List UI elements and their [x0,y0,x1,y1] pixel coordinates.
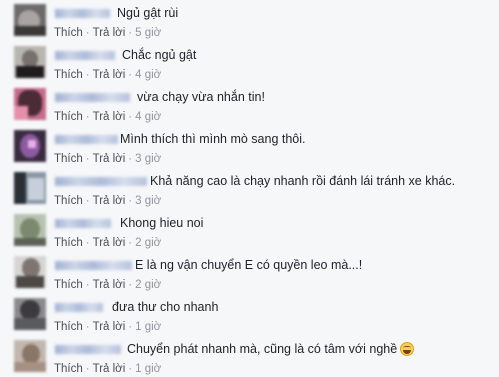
comment-actions: Thích · Trả lời · 4 giờ [54,108,161,126]
timestamp[interactable]: 3 giờ [135,195,161,207]
timestamp[interactable]: 5 giờ [135,27,161,39]
comment-text: Chuyển phát nhanh mà, cũng là có tâm với… [127,340,415,358]
separator: · [85,195,90,207]
avatar[interactable] [14,340,46,372]
separator: · [85,321,90,333]
avatar[interactable] [14,256,46,288]
reply-link[interactable]: Trả lời [93,69,126,81]
timestamp[interactable]: 1 giờ [135,363,161,375]
reply-link[interactable]: Trả lời [93,237,126,249]
separator: · [128,279,133,291]
commenter-name[interactable] [55,135,118,144]
separator: · [128,321,133,333]
like-link[interactable]: Thích [54,111,83,123]
comment-item: Chắc ngủ gật Thích · Trả lời · 4 giờ [0,46,499,88]
reply-link[interactable]: Trả lời [93,279,126,291]
avatar[interactable] [14,214,46,246]
like-link[interactable]: Thích [54,69,83,81]
comment-text-content: Chuyển phát nhanh mà, cũng là có tâm với… [127,342,398,356]
avatar[interactable] [14,88,46,120]
avatar[interactable] [14,172,46,204]
separator: · [128,111,133,123]
comment-actions: Thích · Trả lời · 3 giờ [54,150,161,168]
separator: · [85,279,90,291]
separator: · [128,363,133,375]
like-link[interactable]: Thích [54,363,83,375]
timestamp[interactable]: 3 giờ [135,153,161,165]
separator: · [85,111,90,123]
comment-text: Khả năng cao là chạy nhanh rồi đánh lái … [150,174,456,188]
reply-link[interactable]: Trả lời [93,111,126,123]
commenter-name[interactable] [55,9,110,18]
timestamp[interactable]: 2 giờ [135,279,161,291]
comment-item: Chuyển phát nhanh mà, cũng là có tâm với… [0,340,499,377]
like-link[interactable]: Thích [54,153,83,165]
comment-actions: Thích · Trả lời · 1 giờ [54,360,161,377]
separator: · [128,153,133,165]
like-link[interactable]: Thích [54,279,83,291]
commenter-name[interactable] [55,345,121,354]
comment-text: E là ng vận chuyển E có quyền leo mà...! [135,258,363,272]
timestamp[interactable]: 1 giờ [135,321,161,333]
avatar[interactable] [14,4,46,36]
avatar[interactable] [14,46,46,78]
comment-text: Khong hieu noi [120,216,204,230]
comment-actions: Thích · Trả lời · 5 giờ [54,24,161,42]
commenter-name[interactable] [55,177,147,186]
separator: · [85,363,90,375]
reply-link[interactable]: Trả lời [93,363,126,375]
comment-item: Khong hieu noi Thích · Trả lời · 2 giờ [0,214,499,256]
separator: · [128,237,133,249]
avatar[interactable] [14,130,46,162]
like-link[interactable]: Thích [54,195,83,207]
comment-list: Ngủ gật rùi Thích · Trả lời · 5 giờ Chắc ngủ… [0,0,499,377]
comment-item: vừa chạy vừa nhắn tin! Thích · Trả lời · 4 g… [0,88,499,130]
avatar[interactable] [14,298,46,330]
timestamp[interactable]: 4 giờ [135,69,161,81]
commenter-name[interactable] [55,219,111,228]
reply-link[interactable]: Trả lời [93,321,126,333]
comment-actions: Thích · Trả lời · 1 giờ [54,318,161,336]
comment-actions: Thích · Trả lời · 3 giờ [54,192,161,210]
commenter-name[interactable] [55,93,130,102]
like-link[interactable]: Thích [54,27,83,39]
reply-link[interactable]: Trả lời [93,27,126,39]
comment-actions: Thích · Trả lời · 2 giờ [54,276,161,294]
reply-link[interactable]: Trả lời [93,153,126,165]
comment-text: đưa thư cho nhanh [112,300,219,314]
comment-item: Mình thích thì mình mò sang thôi. Thích ·… [0,130,499,172]
comment-item: Khả năng cao là chạy nhanh rồi đánh lái … [0,172,499,214]
separator: · [85,153,90,165]
separator: · [85,27,90,39]
comment-actions: Thích · Trả lời · 2 giờ [54,234,161,252]
laughing-face-icon [400,342,415,356]
reply-link[interactable]: Trả lời [93,195,126,207]
separator: · [85,69,90,81]
comment-actions: Thích · Trả lời · 4 giờ [54,66,161,84]
like-link[interactable]: Thích [54,237,83,249]
comment-text: Chắc ngủ gật [122,48,197,62]
timestamp[interactable]: 2 giờ [135,237,161,249]
comment-item: E là ng vận chuyển E có quyền leo mà...!… [0,256,499,298]
comment-item: Ngủ gật rùi Thích · Trả lời · 5 giờ [0,4,499,46]
commenter-name[interactable] [55,51,115,60]
comment-text: Mình thích thì mình mò sang thôi. [120,132,306,146]
separator: · [85,237,90,249]
separator: · [128,69,133,81]
comment-item: đưa thư cho nhanh Thích · Trả lời · 1 giờ [0,298,499,340]
separator: · [128,27,133,39]
timestamp[interactable]: 4 giờ [135,111,161,123]
comment-text: Ngủ gật rùi [117,6,179,20]
separator: · [128,195,133,207]
commenter-name[interactable] [55,261,132,270]
comment-text: vừa chạy vừa nhắn tin! [137,90,265,104]
like-link[interactable]: Thích [54,321,83,333]
commenter-name[interactable] [55,303,103,312]
